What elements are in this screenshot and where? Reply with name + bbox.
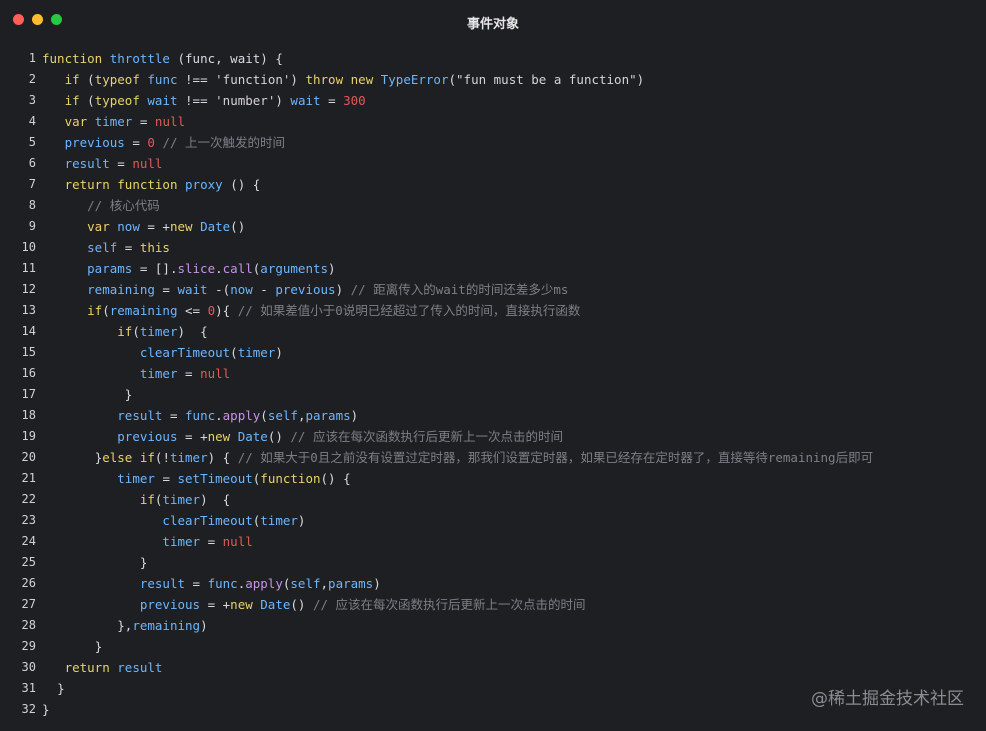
line-number: 27 xyxy=(21,597,36,611)
line-number: 32 xyxy=(21,702,36,716)
line-number: 21 xyxy=(21,471,36,485)
line-number: 30 xyxy=(21,660,36,674)
code-line[interactable]: 18 result = func.apply(self,params) xyxy=(0,405,986,426)
code-line[interactable]: 6 result = null xyxy=(0,153,986,174)
code-line[interactable]: 27 previous = +new Date() // 应该在每次函数执行后更… xyxy=(0,594,986,615)
code-line[interactable]: 2 if (typeof func !== 'function') throw … xyxy=(0,69,986,90)
code-line[interactable]: 17 } xyxy=(0,384,986,405)
line-number: 24 xyxy=(21,534,36,548)
line-number: 4 xyxy=(28,114,36,128)
line-number: 13 xyxy=(21,303,36,317)
line-content: result = null xyxy=(64,156,163,171)
line-number: 18 xyxy=(21,408,36,422)
line-number: 17 xyxy=(21,387,36,401)
line-content: timer = setTimeout(function() { xyxy=(117,471,351,486)
line-content: previous = +new Date() // 应该在每次函数执行后更新上一… xyxy=(117,429,563,444)
editor-window: 事件对象 1 function throttle (func, wait) { 2 … xyxy=(0,0,986,731)
line-number: 15 xyxy=(21,345,36,359)
line-number: 14 xyxy=(21,324,36,338)
line-content: } xyxy=(124,387,133,402)
line-number: 22 xyxy=(21,492,36,506)
line-content: if(remaining <= 0){ // 如果差值小于0说明已经超过了传入的… xyxy=(87,303,581,318)
line-number: 20 xyxy=(21,450,36,464)
line-number: 1 xyxy=(28,51,36,65)
line-content: } xyxy=(139,555,148,570)
line-content: function throttle (func, wait) { xyxy=(42,51,283,66)
code-line[interactable]: 10 self = this xyxy=(0,237,986,258)
line-content: if(timer) { xyxy=(117,324,208,339)
line-content: previous = +new Date() // 应该在每次函数执行后更新上一… xyxy=(139,597,586,612)
line-number: 25 xyxy=(21,555,36,569)
code-line[interactable]: 7 return function proxy () { xyxy=(0,174,986,195)
code-line[interactable]: 11 params = [].slice.call(arguments) xyxy=(0,258,986,279)
code-line[interactable]: 28 },remaining) xyxy=(0,615,986,636)
line-number: 26 xyxy=(21,576,36,590)
line-number: 11 xyxy=(21,261,36,275)
line-content: previous = 0 // 上一次触发的时间 xyxy=(64,135,286,150)
line-content: result = func.apply(self,params) xyxy=(139,576,381,591)
code-line[interactable]: 5 previous = 0 // 上一次触发的时间 xyxy=(0,132,986,153)
line-content: var now = +new Date() xyxy=(87,219,246,234)
line-content: }else if(!timer) { // 如果大于0且之前没有设置过定时器，那… xyxy=(94,450,874,465)
code-line[interactable]: 23 clearTimeout(timer) xyxy=(0,510,986,531)
line-number: 31 xyxy=(21,681,36,695)
line-content: timer = null xyxy=(139,366,231,381)
code-line[interactable]: 16 timer = null xyxy=(0,363,986,384)
line-content: },remaining) xyxy=(117,618,208,633)
line-content: var timer = null xyxy=(64,114,186,129)
code-line[interactable]: 25 } xyxy=(0,552,986,573)
code-line[interactable]: 22 if(timer) { xyxy=(0,489,986,510)
line-number: 10 xyxy=(21,240,36,254)
code-line[interactable]: 4 var timer = null xyxy=(0,111,986,132)
code-line[interactable]: 26 result = func.apply(self,params) xyxy=(0,573,986,594)
code-line[interactable]: 21 timer = setTimeout(function() { xyxy=(0,468,986,489)
code-line[interactable]: 30 return result xyxy=(0,657,986,678)
line-number: 16 xyxy=(21,366,36,380)
code-line[interactable]: 20 }else if(!timer) { // 如果大于0且之前没有设置过定时… xyxy=(0,447,986,468)
line-content: clearTimeout(timer) xyxy=(162,513,306,528)
line-content: return result xyxy=(64,660,163,675)
code-line[interactable]: 24 timer = null xyxy=(0,531,986,552)
line-content: timer = null xyxy=(162,534,253,549)
code-line[interactable]: 12 remaining = wait -(now - previous) //… xyxy=(0,279,986,300)
line-content: params = [].slice.call(arguments) xyxy=(87,261,336,276)
line-content: } xyxy=(42,702,50,717)
line-content: } xyxy=(94,639,103,654)
line-content: self = this xyxy=(87,240,170,255)
code-line[interactable]: 3 if (typeof wait !== 'number') wait = 3… xyxy=(0,90,986,111)
line-number: 7 xyxy=(28,177,36,191)
code-line[interactable]: 29 } xyxy=(0,636,986,657)
line-content: if(timer) { xyxy=(139,492,231,507)
line-number: 5 xyxy=(28,135,36,149)
window-title: 事件对象 xyxy=(466,17,519,32)
line-content: if (typeof func !== 'function') throw ne… xyxy=(64,72,645,87)
line-number: 19 xyxy=(21,429,36,443)
line-number: 9 xyxy=(28,219,36,233)
line-number: 23 xyxy=(21,513,36,527)
line-content: if (typeof wait !== 'number') wait = 300 xyxy=(64,93,366,108)
line-number: 2 xyxy=(28,72,36,86)
line-content: return function proxy () { xyxy=(64,177,261,192)
line-content: clearTimeout(timer) xyxy=(139,345,283,360)
code-line[interactable]: 13 if(remaining <= 0){ // 如果差值小于0说明已经超过了… xyxy=(0,300,986,321)
code-line[interactable]: 8 // 核心代码 xyxy=(0,195,986,216)
line-number: 8 xyxy=(28,198,36,212)
code-line[interactable]: 1 function throttle (func, wait) { xyxy=(0,48,986,69)
line-content: result = func.apply(self,params) xyxy=(117,408,359,423)
line-number: 28 xyxy=(21,618,36,632)
title-bar: 事件对象 xyxy=(0,0,986,42)
line-content: } xyxy=(57,681,65,696)
code-area[interactable]: 1 function throttle (func, wait) { 2 if (t… xyxy=(0,48,986,720)
line-number: 12 xyxy=(21,282,36,296)
code-line[interactable]: 9 var now = +new Date() xyxy=(0,216,986,237)
line-number: 6 xyxy=(28,156,36,170)
line-content: remaining = wait -(now - previous) // 距离… xyxy=(87,282,569,297)
code-line[interactable]: 14 if(timer) { xyxy=(0,321,986,342)
code-line[interactable]: 19 previous = +new Date() // 应该在每次函数执行后更… xyxy=(0,426,986,447)
line-number: 29 xyxy=(21,639,36,653)
code-line[interactable]: 15 clearTimeout(timer) xyxy=(0,342,986,363)
watermark: @稀土掘金技术社区 xyxy=(811,689,964,709)
line-number: 3 xyxy=(28,93,36,107)
line-content: // 核心代码 xyxy=(87,198,160,213)
